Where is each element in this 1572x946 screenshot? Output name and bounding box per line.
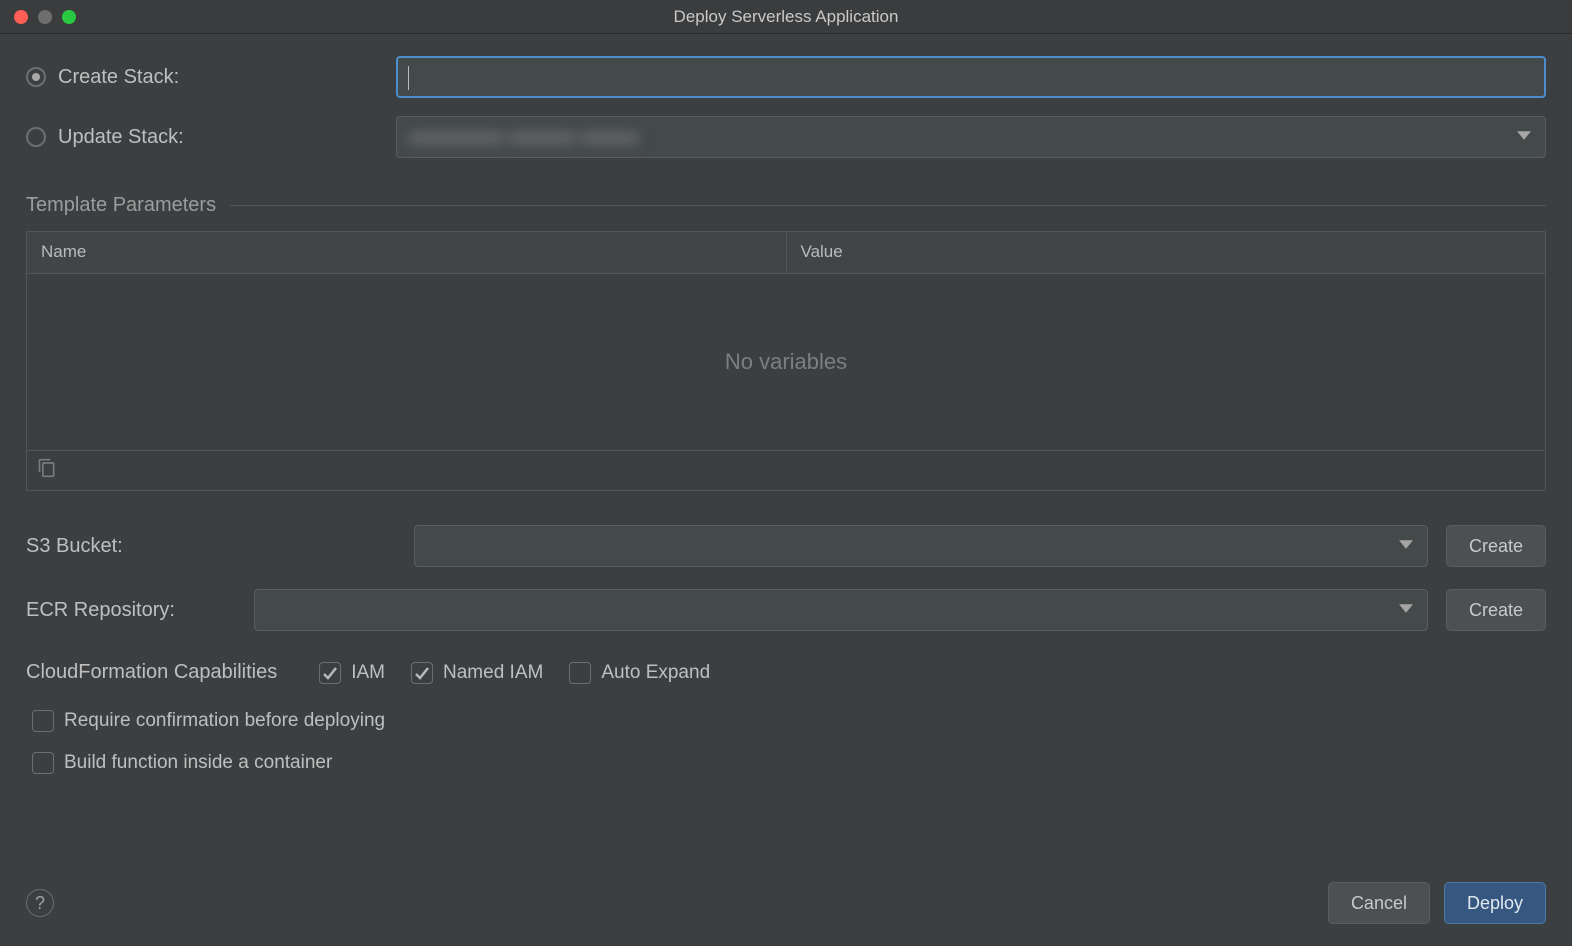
chevron-down-icon — [1399, 600, 1413, 621]
named-iam-label: Named IAM — [443, 662, 543, 684]
named-iam-checkbox-item[interactable]: Named IAM — [411, 662, 543, 684]
column-value[interactable]: Value — [787, 232, 1546, 273]
iam-checkbox[interactable] — [319, 662, 341, 684]
dialog-content: Create Stack: Update Stack: xxxxxxxxxx x… — [0, 34, 1572, 946]
build-container-checkbox[interactable] — [32, 752, 54, 774]
chevron-down-icon — [1399, 536, 1413, 557]
help-button[interactable]: ? — [26, 889, 54, 917]
create-stack-label: Create Stack: — [58, 66, 179, 89]
auto-expand-label: Auto Expand — [601, 662, 710, 684]
table-header: Name Value — [27, 232, 1545, 274]
template-params-title: Template Parameters — [26, 194, 216, 217]
create-ecr-button[interactable]: Create — [1446, 589, 1546, 631]
named-iam-checkbox[interactable] — [411, 662, 433, 684]
deploy-button[interactable]: Deploy — [1444, 882, 1546, 924]
require-confirm-item[interactable]: Require confirmation before deploying — [32, 710, 1546, 732]
footer-buttons: Cancel Deploy — [1328, 882, 1546, 924]
require-confirm-checkbox[interactable] — [32, 710, 54, 732]
ecr-repo-select[interactable] — [254, 589, 1428, 631]
update-stack-radio[interactable] — [26, 127, 46, 147]
update-stack-row: Update Stack: xxxxxxxxxx xxxxxxx xxxxxx — [26, 116, 1546, 158]
window-title: Deploy Serverless Application — [0, 7, 1572, 27]
auto-expand-checkbox-item[interactable]: Auto Expand — [569, 662, 710, 684]
table-footer — [27, 450, 1545, 490]
capabilities-label: CloudFormation Capabilities — [26, 661, 277, 684]
update-stack-label: Update Stack: — [58, 126, 184, 149]
empty-text: No variables — [725, 349, 847, 375]
create-stack-row: Create Stack: — [26, 56, 1546, 98]
template-params-header: Template Parameters — [26, 194, 1546, 217]
chevron-down-icon — [1517, 127, 1531, 148]
s3-bucket-select[interactable] — [414, 525, 1428, 567]
ecr-repo-row: ECR Repository: Create — [26, 589, 1546, 631]
table-empty-state: No variables — [27, 274, 1545, 450]
iam-label: IAM — [351, 662, 385, 684]
copy-icon[interactable] — [37, 458, 57, 483]
auto-expand-checkbox[interactable] — [569, 662, 591, 684]
update-stack-select[interactable]: xxxxxxxxxx xxxxxxx xxxxxx — [396, 116, 1546, 158]
create-stack-radio[interactable] — [26, 67, 46, 87]
s3-bucket-label: S3 Bucket: — [26, 535, 396, 558]
column-name[interactable]: Name — [27, 232, 787, 273]
cancel-button[interactable]: Cancel — [1328, 882, 1430, 924]
options-group: Require confirmation before deploying Bu… — [26, 710, 1546, 774]
iam-checkbox-item[interactable]: IAM — [319, 662, 385, 684]
create-stack-input[interactable] — [396, 56, 1546, 98]
s3-bucket-row: S3 Bucket: Create — [26, 525, 1546, 567]
create-stack-radio-label[interactable]: Create Stack: — [26, 66, 396, 89]
build-container-item[interactable]: Build function inside a container — [32, 752, 1546, 774]
update-stack-radio-label[interactable]: Update Stack: — [26, 126, 396, 149]
dialog-footer: ? Cancel Deploy — [26, 860, 1546, 924]
require-confirm-label: Require confirmation before deploying — [64, 710, 385, 732]
titlebar: Deploy Serverless Application — [0, 0, 1572, 34]
update-stack-value: xxxxxxxxxx xxxxxxx xxxxxx — [409, 127, 639, 148]
divider — [230, 205, 1546, 206]
capabilities-row: CloudFormation Capabilities IAM Named IA… — [26, 661, 1546, 684]
template-params-table: Name Value No variables — [26, 231, 1546, 491]
build-container-label: Build function inside a container — [64, 752, 332, 774]
dialog-window: Deploy Serverless Application Create Sta… — [0, 0, 1572, 946]
ecr-repo-label: ECR Repository: — [26, 599, 236, 622]
create-s3-button[interactable]: Create — [1446, 525, 1546, 567]
